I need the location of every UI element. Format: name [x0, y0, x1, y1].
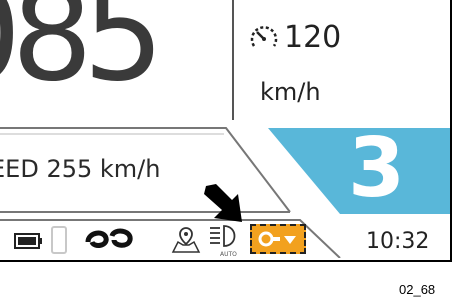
dashboard-display: 085 120 km/h EED 255 km/h 3: [0, 0, 452, 262]
current-speed-readout: 085: [0, 0, 164, 110]
battery-icon: [14, 233, 42, 249]
speed-limiter-icon: [250, 26, 278, 47]
gear-indicator: 3: [348, 121, 406, 216]
auto-label: AUTO: [220, 251, 237, 258]
instrument-cluster-figure: 085 120 km/h EED 255 km/h 3: [0, 0, 456, 307]
speed-unit-label: km/h: [260, 78, 321, 106]
auto-headlight-icon: AUTO: [210, 225, 237, 258]
figure-reference: 02_68: [399, 282, 436, 297]
phone-icon: [51, 226, 67, 254]
speed-limit-value: 120: [284, 20, 342, 55]
pointer-arrow-icon: [204, 184, 242, 222]
bluetooth-link-icon: [85, 228, 133, 248]
clock-display: 10:32: [366, 229, 430, 254]
settings-toggle-icon[interactable]: [250, 224, 306, 254]
navigation-map-icon: [171, 227, 201, 253]
max-speed-label: EED 255 km/h: [0, 155, 161, 183]
divider-line: [232, 0, 234, 120]
toggle-glyph-icon: [258, 231, 296, 247]
